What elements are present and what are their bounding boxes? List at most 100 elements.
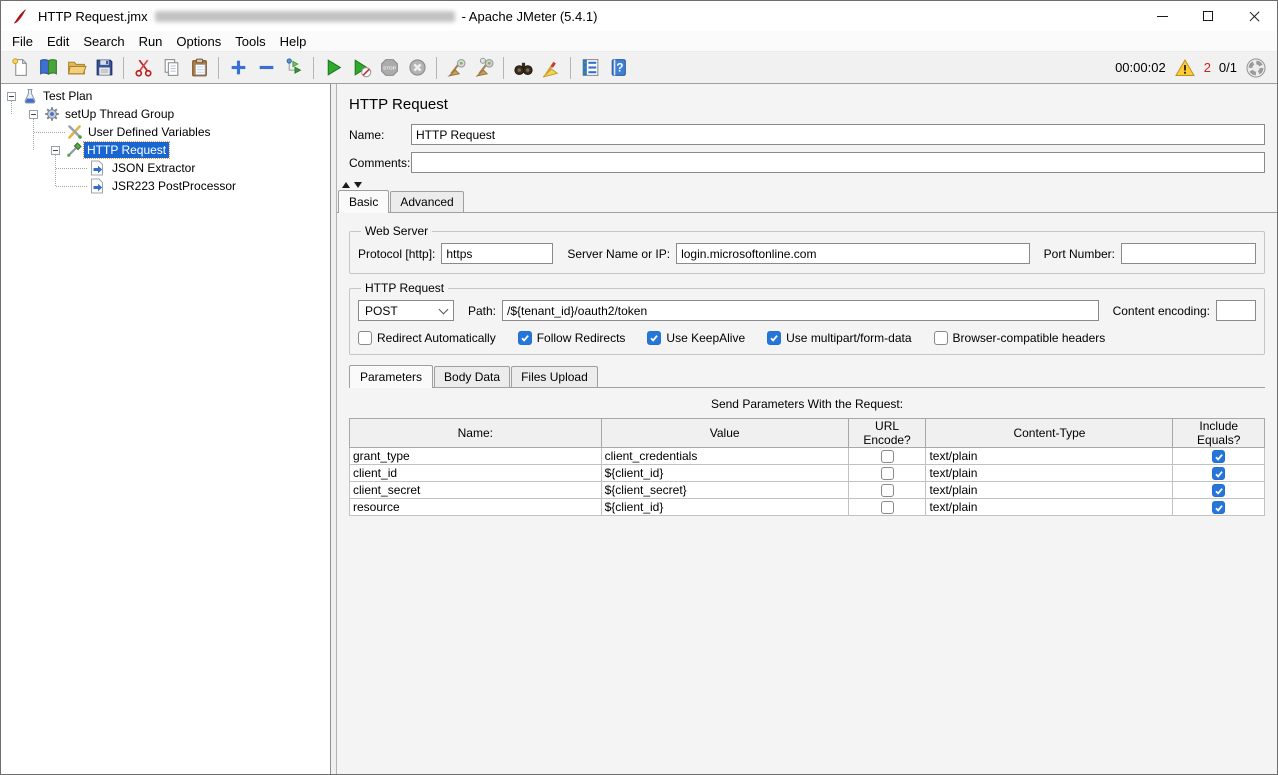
collapse-toggle-icon[interactable] [29,110,38,119]
templates-icon [38,57,59,78]
include-equals-cell[interactable] [1173,448,1265,465]
start-button[interactable] [320,55,346,81]
minimize-button[interactable] [1139,1,1185,31]
clear-button[interactable] [443,55,469,81]
checkbox-checked-icon[interactable] [1212,501,1225,514]
remove-button[interactable] [253,55,279,81]
param-name-cell[interactable]: grant_type [350,448,602,465]
start-no-pauses-button[interactable] [348,55,374,81]
function-helper-button[interactable] [577,55,603,81]
window-title: HTTP Request.jmx - Apache JMeter (5.4.1) [38,9,597,24]
parameters-tabbar: Parameters Body Data Files Upload [349,365,1265,387]
maximize-button[interactable] [1185,1,1231,31]
name-input[interactable] [411,124,1265,145]
url-encode-cell[interactable] [848,465,926,482]
toolbar: STOP ? 00:00:02 2 0/1 [1,52,1277,84]
checkbox-checked-icon[interactable] [1212,450,1225,463]
menu-edit[interactable]: Edit [40,32,76,51]
url-encode-cell[interactable] [848,499,926,516]
menu-file[interactable]: File [5,32,40,51]
checkbox-unchecked-icon[interactable] [881,501,894,514]
menu-tools[interactable]: Tools [228,32,272,51]
port-number-input[interactable] [1121,243,1256,264]
content-type-cell[interactable]: text/plain [926,448,1173,465]
method-select[interactable]: POST [358,300,454,321]
param-name-cell[interactable]: client_secret [350,482,602,499]
tab-body-data[interactable]: Body Data [434,366,510,387]
open-button[interactable] [63,55,89,81]
param-value-cell[interactable]: ${client_id} [601,465,848,482]
save-button[interactable] [91,55,117,81]
collapse-down-icon[interactable] [354,182,362,188]
tab-advanced[interactable]: Advanced [390,191,463,212]
stop-button[interactable]: STOP [376,55,402,81]
use-multipart-checkbox[interactable]: Use multipart/form-data [767,331,911,345]
checkbox-checked-icon[interactable] [1212,484,1225,497]
url-encode-cell[interactable] [848,482,926,499]
warning-icon[interactable] [1174,58,1196,78]
collapse-toggle-icon[interactable] [7,92,16,101]
content-encoding-input[interactable] [1216,300,1256,321]
checkbox-unchecked-icon[interactable] [881,450,894,463]
help-button[interactable]: ? [605,55,631,81]
checkbox-unchecked-icon[interactable] [881,484,894,497]
path-input[interactable] [502,300,1099,321]
content-type-cell[interactable]: text/plain [926,482,1173,499]
editor-panel: HTTP Request Name: Comments: Basic Advan… [336,84,1277,774]
param-value-cell[interactable]: ${client_id} [601,499,848,516]
new-file-button[interactable] [7,55,33,81]
tree-item-json-extractor[interactable]: JSON Extractor [1,159,330,177]
paste-button[interactable] [186,55,212,81]
tree-item-test-plan[interactable]: Test Plan [1,87,330,105]
tab-basic[interactable]: Basic [338,190,389,213]
protocol-input[interactable] [441,243,553,264]
copy-button[interactable] [158,55,184,81]
start-no-timers-icon [351,57,372,78]
collapse-toggle-icon[interactable] [51,146,60,155]
redirect-automatically-checkbox[interactable]: Redirect Automatically [358,331,496,345]
title-bar: HTTP Request.jmx - Apache JMeter (5.4.1) [1,1,1277,31]
basic-tab-panel: Web Server Protocol [http]: Server Name … [337,212,1277,774]
http-request-icon [66,142,82,158]
checkbox-unchecked-icon[interactable] [881,467,894,480]
templates-button[interactable] [35,55,61,81]
menu-help[interactable]: Help [273,32,314,51]
include-equals-cell[interactable] [1173,499,1265,516]
tree-item-http-request[interactable]: HTTP Request [1,141,330,159]
menu-options[interactable]: Options [169,32,228,51]
help-book-icon: ? [608,57,629,78]
tree-item-jsr223-postprocessor[interactable]: JSR223 PostProcessor [1,177,330,195]
follow-redirects-checkbox[interactable]: Follow Redirects [518,331,626,345]
tree-item-user-defined-variables[interactable]: User Defined Variables [1,123,330,141]
tree-item-setup-thread-group[interactable]: setUp Thread Group [1,105,330,123]
checkbox-checked-icon[interactable] [1212,467,1225,480]
param-value-cell[interactable]: ${client_secret} [601,482,848,499]
use-keepalive-checkbox[interactable]: Use KeepAlive [647,331,745,345]
toggle-button[interactable] [281,55,307,81]
include-equals-cell[interactable] [1173,465,1265,482]
include-equals-cell[interactable] [1173,482,1265,499]
search-button[interactable] [510,55,536,81]
reset-search-button[interactable] [538,55,564,81]
comments-input[interactable] [411,152,1265,173]
tab-files-upload[interactable]: Files Upload [511,366,598,387]
window-title-file: HTTP Request.jmx [38,9,148,24]
content-type-cell[interactable]: text/plain [926,499,1173,516]
url-encode-cell[interactable] [848,448,926,465]
close-button[interactable] [1231,1,1277,31]
content-type-cell[interactable]: text/plain [926,465,1173,482]
clear-all-button[interactable] [471,55,497,81]
collapse-up-icon[interactable] [342,182,350,188]
shutdown-button[interactable] [404,55,430,81]
add-button[interactable] [225,55,251,81]
menu-search[interactable]: Search [76,32,131,51]
server-name-input[interactable] [676,243,1030,264]
param-value-cell[interactable]: client_credentials [601,448,848,465]
browser-compatible-headers-checkbox[interactable]: Browser-compatible headers [934,331,1106,345]
tab-parameters[interactable]: Parameters [349,365,433,388]
cut-button[interactable] [130,55,156,81]
thread-group-icon [44,106,60,122]
param-name-cell[interactable]: resource [350,499,602,516]
menu-run[interactable]: Run [132,32,170,51]
param-name-cell[interactable]: client_id [350,465,602,482]
